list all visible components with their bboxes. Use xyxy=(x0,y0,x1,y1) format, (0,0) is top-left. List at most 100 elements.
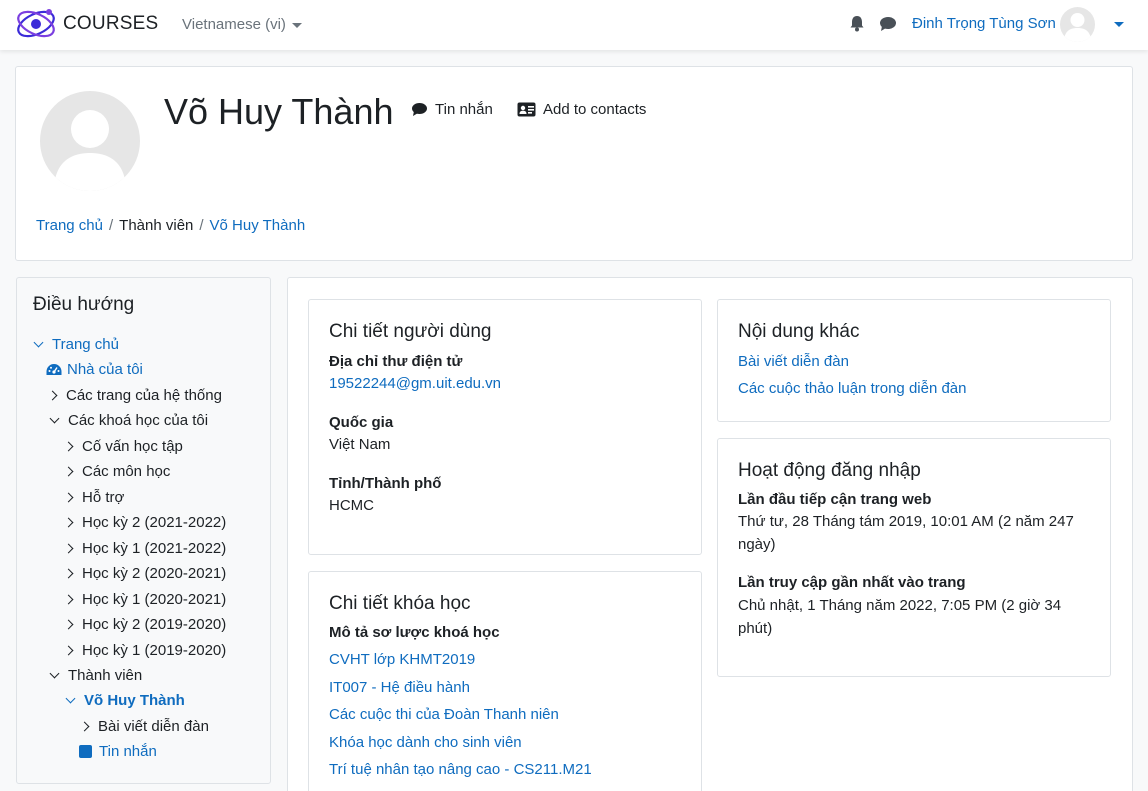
nav-item-label: Học kỳ 1 (2019-2020) xyxy=(82,642,227,659)
navigation-block: Điều hướng Trang chủ Nhà của tôi Các tra… xyxy=(16,277,271,784)
last-access-value-cont: phút) xyxy=(738,620,773,637)
avatar[interactable] xyxy=(1060,7,1095,42)
nav-item-label: Các môn học xyxy=(82,463,171,480)
chevron-down-icon xyxy=(65,693,76,704)
course-link[interactable]: Trí tuệ nhân tạo nâng cao - CS211.M21 xyxy=(329,761,592,778)
nav-item-forum-posts[interactable]: Bài viết diễn đàn xyxy=(79,718,209,735)
course-link[interactable]: CVHT lớp KHMT2019 xyxy=(329,651,475,668)
country-value: Việt Nam xyxy=(329,436,391,453)
nav-item-label: Các khoá học của tôi xyxy=(68,412,209,429)
nav-item-label: Học kỳ 2 (2019-2020) xyxy=(82,616,227,633)
nav-item-label: Học kỳ 1 (2021-2022) xyxy=(82,540,227,557)
nav-item-category[interactable]: Học kỳ 2 (2021-2022) xyxy=(63,514,226,531)
course-link[interactable]: Các cuộc thi của Đoàn Thanh niên xyxy=(329,706,559,723)
card-title: Nội dung khác xyxy=(738,321,860,342)
city-value: HCMC xyxy=(329,497,374,514)
nav-item-label: Các trang của hệ thống xyxy=(66,387,222,404)
nav-item-label: Hỗ trợ xyxy=(82,489,125,506)
nav-item-label: Cố vấn học tập xyxy=(82,438,183,455)
course-profiles-label: Mô tả sơ lược khoá học xyxy=(329,624,500,641)
breadcrumb-home[interactable]: Trang chủ xyxy=(36,217,103,234)
login-activity-card: Hoạt động đăng nhập Lần đầu tiếp cận tra… xyxy=(717,438,1111,677)
nav-item-current-user[interactable]: Võ Huy Thành xyxy=(65,692,185,709)
forum-posts-link[interactable]: Bài viết diễn đàn xyxy=(738,353,849,370)
nav-item-label: Bài viết diễn đàn xyxy=(98,718,209,735)
course-link[interactable]: IT007 - Hệ điều hành xyxy=(329,679,470,696)
email-label: Địa chỉ thư điện tử xyxy=(329,353,463,370)
chat-icon[interactable] xyxy=(879,16,897,32)
nav-item-messages[interactable]: Tin nhắn xyxy=(79,743,157,760)
nav-item-home[interactable]: Trang chủ xyxy=(33,336,119,353)
card-title: Hoạt động đăng nhập xyxy=(738,460,921,481)
add-contact-label: Add to contacts xyxy=(543,101,647,118)
chevron-right-icon xyxy=(63,492,74,503)
navigation-title: Điều hướng xyxy=(33,294,135,315)
page-header: Võ Huy Thành Tin nhắn Add to contacts Tr… xyxy=(15,66,1133,261)
country-label: Quốc gia xyxy=(329,414,394,431)
language-label: Vietnamese (vi) xyxy=(182,16,286,33)
breadcrumb-separator: / xyxy=(108,217,114,234)
nav-item-participants[interactable]: Thành viên xyxy=(49,667,142,684)
square-icon xyxy=(79,745,92,758)
chevron-right-icon xyxy=(63,543,74,554)
breadcrumb-members: Thành viên xyxy=(119,217,194,234)
user-menu-name[interactable]: Đinh Trọng Tùng Sơn xyxy=(912,15,1056,32)
card-title: Chi tiết khóa học xyxy=(329,593,471,614)
email-link[interactable]: 19522244@gm.uit.edu.vn xyxy=(329,375,501,392)
chevron-right-icon xyxy=(63,619,74,630)
misc-card: Nội dung khác Bài viết diễn đàn Các cuộc… xyxy=(717,299,1111,422)
add-contact-button[interactable]: Add to contacts xyxy=(517,101,646,118)
breadcrumb-user[interactable]: Võ Huy Thành xyxy=(210,217,306,234)
chevron-right-icon xyxy=(63,645,74,656)
chevron-down-icon xyxy=(33,337,44,348)
nav-item-label[interactable]: Nhà của tôi xyxy=(67,361,143,378)
nav-item-label: Học kỳ 1 (2020-2021) xyxy=(82,591,227,608)
nav-item-dashboard[interactable]: Nhà của tôi xyxy=(46,361,143,378)
brand-name[interactable]: COURSES xyxy=(63,13,158,35)
course-details-card: Chi tiết khóa học Mô tả sơ lược khoá học… xyxy=(308,571,702,791)
nav-item-category[interactable]: Học kỳ 2 (2019-2020) xyxy=(63,616,227,633)
nav-item-category[interactable]: Học kỳ 1 (2019-2020) xyxy=(63,642,227,659)
city-label: Tỉnh/Thành phố xyxy=(329,475,442,492)
nav-item-category[interactable]: Học kỳ 1 (2021-2022) xyxy=(63,540,227,557)
nav-item-category[interactable]: Học kỳ 2 (2020-2021) xyxy=(63,565,226,582)
main-region: Chi tiết người dùng Địa chỉ thư điện tử … xyxy=(287,277,1133,791)
first-access-label: Lần đầu tiếp cận trang web xyxy=(738,491,932,508)
message-button[interactable]: Tin nhắn xyxy=(411,101,493,118)
chevron-right-icon xyxy=(63,441,74,452)
forum-discussions-link[interactable]: Các cuộc thảo luận trong diễn đàn xyxy=(738,380,967,397)
last-access-value: Chủ nhật, 1 Tháng năm 2022, 7:05 PM (2 g… xyxy=(738,597,1062,614)
user-details-card: Chi tiết người dùng Địa chỉ thư điện tử … xyxy=(308,299,702,555)
nav-item-category[interactable]: Các môn học xyxy=(63,463,171,480)
chevron-down-icon xyxy=(49,413,60,424)
message-button-label: Tin nhắn xyxy=(435,101,493,118)
course-link[interactable]: Khóa học dành cho sinh viên xyxy=(329,734,522,751)
chevron-right-icon xyxy=(63,568,74,579)
chevron-down-icon xyxy=(291,22,302,28)
first-access-value-cont: ngày) xyxy=(738,536,776,553)
chevron-down-icon xyxy=(49,668,60,679)
first-access-value: Thứ tư, 28 Tháng tám 2019, 10:01 AM (2 n… xyxy=(738,513,1074,530)
nav-item-label[interactable]: Trang chủ xyxy=(52,336,119,353)
nav-item-site-pages[interactable]: Các trang của hệ thống xyxy=(47,387,222,404)
user-menu-chevron-icon[interactable] xyxy=(1114,22,1124,27)
nav-item-category[interactable]: Hỗ trợ xyxy=(63,489,125,506)
chevron-right-icon xyxy=(63,466,74,477)
chat-icon xyxy=(412,103,427,116)
nav-item-label[interactable]: Võ Huy Thành xyxy=(84,692,185,709)
bell-icon[interactable] xyxy=(849,15,865,32)
nav-item-category[interactable]: Học kỳ 1 (2020-2021) xyxy=(63,591,227,608)
breadcrumb-separator: / xyxy=(199,217,204,234)
nav-item-my-courses[interactable]: Các khoá học của tôi xyxy=(49,412,209,429)
address-card-icon xyxy=(517,102,536,117)
card-title: Chi tiết người dùng xyxy=(329,321,492,342)
chevron-right-icon xyxy=(63,594,74,605)
nav-item-category[interactable]: Cố vấn học tập xyxy=(63,438,183,455)
language-menu[interactable]: Vietnamese (vi) xyxy=(182,16,302,33)
last-access-label: Lần truy cập gần nhất vào trang xyxy=(738,574,966,591)
profile-picture xyxy=(40,91,140,191)
site-logo-icon[interactable] xyxy=(15,6,57,42)
user-silhouette-icon xyxy=(1064,13,1091,42)
nav-item-label[interactable]: Tin nhắn xyxy=(99,743,157,760)
chevron-right-icon xyxy=(47,390,58,401)
